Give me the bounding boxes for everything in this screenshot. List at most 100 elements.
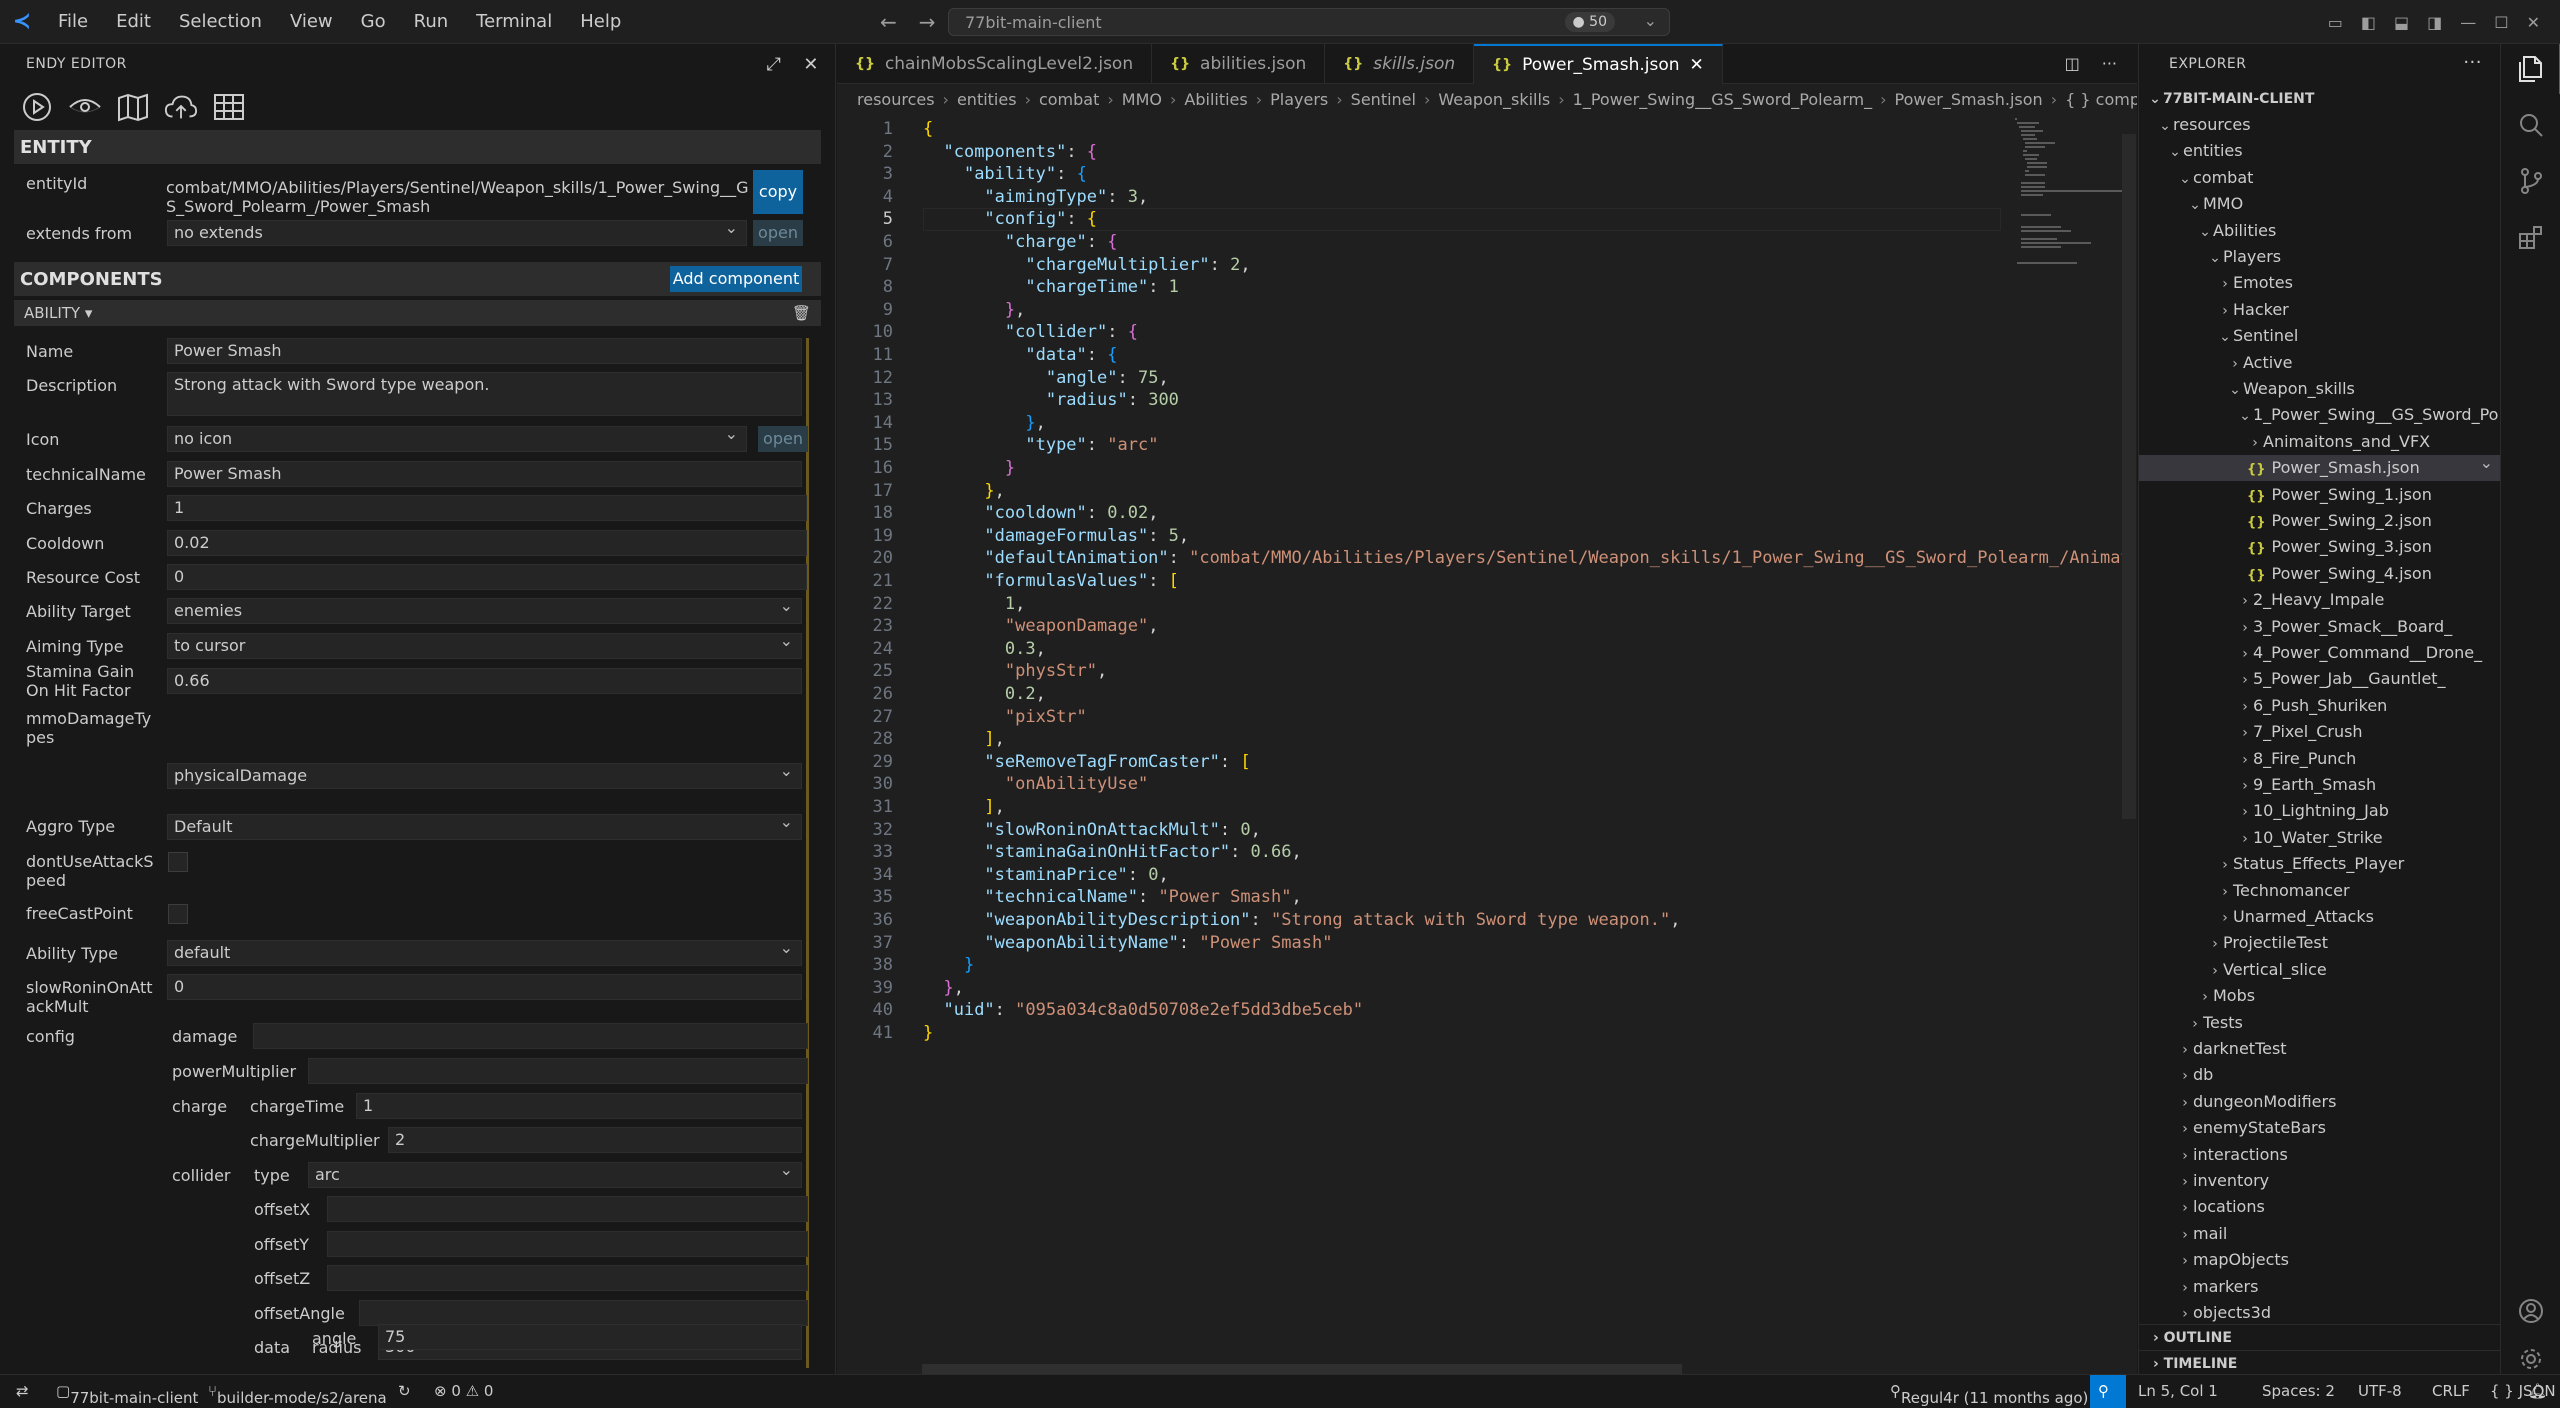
explorer-folder-item[interactable]: ⌄ Sentinel (2139, 323, 2501, 349)
code-line[interactable]: "defaultAnimation": "combat/MMO/Abilitie… (923, 547, 2130, 570)
source-control-icon[interactable] (2501, 156, 2560, 206)
breadcrumb-item[interactable]: entities (957, 90, 1017, 109)
code-line[interactable]: "weaponDamage", (923, 615, 1159, 638)
explorer-folder-item[interactable]: › mapObjects (2139, 1247, 2501, 1273)
angle-input[interactable]: 75 (378, 1324, 802, 1350)
git-blame-status[interactable]: ⚲ Regul4r (11 months ago) (1890, 1382, 2088, 1407)
explorer-folder-item[interactable]: ⌄ resources (2139, 112, 2501, 138)
trash-icon[interactable]: 🗑 (792, 300, 811, 326)
split-editor-icon[interactable]: ◫ (2065, 54, 2080, 73)
code-line[interactable]: 0.3, (923, 638, 1046, 661)
aiming-type-select[interactable]: to cursor (167, 633, 802, 659)
technical-name-input[interactable]: Power Smash (167, 461, 802, 487)
menu-selection[interactable]: Selection (165, 0, 276, 44)
breadcrumb-item[interactable]: MMO (1122, 90, 1162, 109)
code-line[interactable]: "physStr", (923, 660, 1107, 683)
code-line[interactable]: "seRemoveTagFromCaster": [ (923, 751, 1250, 774)
mmo-damage-types-select[interactable]: physicalDamage (167, 763, 802, 789)
toggle-sidebar-icon[interactable]: ◧ (2361, 13, 2376, 32)
tab-power-smash[interactable]: {} Power_Smash.json ✕ (1474, 44, 1723, 84)
explorer-file-item[interactable]: {} Power_Smash.json (2139, 450, 2501, 482)
breadcrumb-item[interactable]: combat (1039, 90, 1099, 109)
aggro-type-select[interactable]: Default (167, 814, 802, 840)
copy-button[interactable]: copy (753, 170, 803, 214)
explorer-folder-item[interactable]: › Technomancer (2139, 878, 2501, 904)
free-cast-point-checkbox[interactable] (168, 904, 188, 924)
breadcrumb-item[interactable]: Weapon_skills (1438, 90, 1550, 109)
more-actions-icon[interactable]: ··· (2102, 54, 2117, 73)
play-icon[interactable] (20, 90, 54, 124)
eye-icon[interactable] (68, 90, 102, 124)
explorer-folder-item[interactable]: ⌄ Weapon_skills (2139, 376, 2501, 402)
explorer-folder-item[interactable]: › Mobs (2139, 983, 2501, 1009)
dont-use-attack-speed-checkbox[interactable] (168, 852, 188, 872)
code-line[interactable]: { (923, 118, 933, 141)
code-line[interactable]: "radius": 300 (923, 389, 1179, 412)
code-line[interactable]: "staminaPrice": 0, (923, 864, 1168, 887)
explorer-files-icon[interactable] (2501, 44, 2560, 94)
explorer-folder-item[interactable]: › 9_Earth_Smash (2139, 772, 2501, 798)
explorer-folder-item[interactable]: › 2_Heavy_Impale (2139, 587, 2501, 613)
code-line[interactable]: "type": "arc" (923, 434, 1158, 457)
collider-type-select[interactable]: arc (308, 1162, 802, 1188)
add-component-button[interactable]: Add component (670, 266, 802, 292)
explorer-folder-item[interactable]: › enemyStateBars (2139, 1115, 2501, 1141)
branch-status[interactable]: ⑂ builder-mode/s2/arena (208, 1382, 387, 1407)
code-line[interactable]: "config": { (923, 208, 1097, 231)
explorer-folder-item[interactable]: › Vertical_slice (2139, 957, 2501, 983)
maximize-icon[interactable]: ☐ (2494, 13, 2508, 32)
code-line[interactable]: } (923, 954, 974, 977)
close-tab-icon[interactable]: ✕ (1690, 55, 1704, 75)
toggle-panel-icon[interactable]: ⬓ (2394, 13, 2409, 32)
explorer-file-item[interactable]: {} Power_Swing_2.json (2139, 508, 2501, 534)
breadcrumb-item[interactable]: Players (1270, 90, 1328, 109)
explorer-folder-item[interactable]: ⌄ Players (2139, 244, 2501, 270)
menu-help[interactable]: Help (566, 0, 635, 44)
menu-edit[interactable]: Edit (102, 0, 165, 44)
code-line[interactable]: }, (923, 480, 1005, 503)
timeline-section[interactable]: › TIMELINE (2139, 1350, 2501, 1376)
breadcrumb-item[interactable]: resources (857, 90, 935, 109)
extends-open-button[interactable]: open (753, 220, 803, 246)
code-line[interactable]: "components": { (923, 141, 1097, 164)
code-line[interactable]: "collider": { (923, 321, 1138, 344)
code-line[interactable]: "angle": 75, (923, 367, 1169, 390)
zoom-icon[interactable]: ⚲ (2090, 1375, 2126, 1408)
icon-open-button[interactable]: open (758, 426, 808, 452)
damage-input[interactable] (253, 1023, 808, 1049)
offset-z-input[interactable] (327, 1265, 808, 1291)
minimize-icon[interactable]: — (2460, 13, 2476, 32)
code-line[interactable]: }, (923, 977, 964, 1000)
cursor-position[interactable]: Ln 5, Col 1 (2138, 1382, 2218, 1400)
tab-chain-mobs-scaling[interactable]: {} chainMobsScalingLevel2.json (837, 44, 1153, 84)
icon-select[interactable]: no icon (167, 426, 747, 452)
explorer-folder-item[interactable]: › 6_Push_Shuriken (2139, 693, 2501, 719)
code-line[interactable]: "data": { (923, 344, 1117, 367)
explorer-folder-item[interactable]: › Status_Effects_Player (2139, 851, 2501, 877)
explorer-folder-item[interactable]: ⌄ entities (2139, 138, 2501, 164)
code-line[interactable]: }, (923, 299, 1026, 322)
remote-icon[interactable]: ⇄ (16, 1382, 29, 1400)
explorer-folder-item[interactable]: › 3_Power_Smack__Board_ (2139, 614, 2501, 640)
explorer-folder-item[interactable]: › mail (2139, 1221, 2501, 1247)
code-line[interactable]: "slowRoninOnAttackMult": 0, (923, 819, 1260, 842)
workspace-root[interactable]: ⌄ 77BIT-MAIN-CLIENT (2139, 86, 2501, 112)
code-line[interactable]: "ability": { (923, 163, 1087, 186)
ability-type-select[interactable]: default (167, 940, 802, 966)
menu-go[interactable]: Go (347, 0, 400, 44)
explorer-folder-item[interactable]: › inventory (2139, 1168, 2501, 1194)
explorer-folder-item[interactable]: › locations (2139, 1194, 2501, 1220)
code-line[interactable]: "pixStr" (923, 706, 1087, 729)
explorer-folder-item[interactable]: › db (2139, 1062, 2501, 1088)
menu-view[interactable]: View (276, 0, 347, 44)
close-panel-icon[interactable]: ✕ (803, 54, 819, 75)
back-arrow-icon[interactable]: ← (880, 10, 897, 34)
explorer-folder-item[interactable]: › 10_Lightning_Jab (2139, 798, 2501, 824)
map-icon[interactable] (116, 90, 150, 124)
stamina-gain-input[interactable]: 0.66 (167, 668, 802, 694)
table-icon[interactable] (212, 90, 246, 124)
code-line[interactable]: }, (923, 412, 1046, 435)
breadcrumb-item[interactable]: { } components (2065, 90, 2137, 109)
explorer-folder-item[interactable]: › 10_Water_Strike (2139, 825, 2501, 851)
explorer-folder-item[interactable]: › Animaitons_and_VFX (2139, 429, 2501, 455)
